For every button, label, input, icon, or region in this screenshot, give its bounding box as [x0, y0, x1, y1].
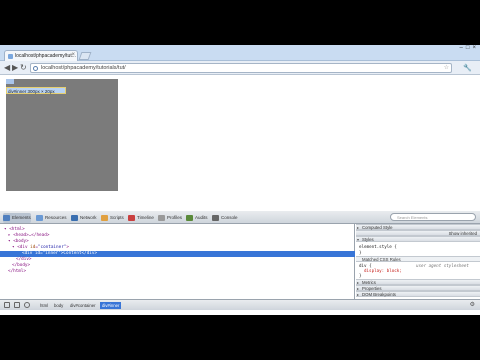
browser-toolbar: ◀ ▶ ↻ localhost/phpacademy/tutorials/tut…	[0, 61, 480, 75]
rule-property[interactable]: display: block;	[364, 268, 402, 273]
breadcrumb-inner[interactable]: div#inner	[100, 302, 122, 309]
expand-icon: ▾	[357, 237, 360, 242]
globe-icon	[33, 66, 38, 71]
back-icon[interactable]: ◀	[4, 63, 10, 73]
console-toggle-icon[interactable]	[14, 302, 20, 308]
tab-resources[interactable]: Resources	[36, 213, 67, 223]
breadcrumb-container[interactable]: div#container	[68, 302, 98, 309]
breadcrumb-body[interactable]: body	[52, 302, 65, 309]
network-icon	[71, 215, 78, 221]
tab-scripts[interactable]: Scripts	[101, 213, 124, 223]
resources-icon	[36, 215, 43, 221]
search-elements-input[interactable]: Search Elements	[390, 213, 476, 221]
browser-tab-strip: localhost/phpacademy/tut... × – □ ×	[0, 45, 480, 61]
close-window-icon[interactable]: ×	[472, 45, 476, 51]
close-tab-icon[interactable]: ×	[71, 52, 75, 58]
tab-network[interactable]: Network	[71, 213, 97, 223]
dom-close-html: </html>	[8, 269, 27, 274]
screen-frame: localhost/phpacademy/tut... × – □ × ◀ ▶ …	[0, 45, 480, 315]
bookmark-star-icon[interactable]: ☆	[444, 64, 449, 73]
tab-title: localhost/phpacademy/tut...	[15, 53, 76, 59]
url-text: localhost/phpacademy/tutorials/tut/	[41, 65, 126, 71]
dom-breakpoints-header[interactable]: ▸ DOM Breakpoints	[356, 291, 480, 297]
tab-audits[interactable]: Audits	[186, 213, 208, 223]
elements-icon	[3, 215, 10, 221]
window-controls: – □ ×	[460, 45, 476, 51]
settings-gear-icon[interactable]: ⚙	[470, 301, 475, 308]
minimize-icon[interactable]: –	[460, 45, 463, 51]
page-viewport: div#inner 300px × 20px	[0, 76, 480, 211]
tab-elements[interactable]: Elements	[3, 213, 31, 223]
inspect-icon[interactable]	[24, 302, 30, 308]
rule-close: }	[359, 273, 362, 278]
browser-tab[interactable]: localhost/phpacademy/tut... ×	[4, 50, 78, 61]
dom-close-body: </body>	[12, 263, 31, 268]
dock-icon[interactable]	[4, 302, 10, 308]
maximize-icon[interactable]: □	[466, 45, 470, 51]
dom-node-inner[interactable]: <div id="inner">Content</div>	[22, 251, 97, 256]
tab-console[interactable]: Console	[212, 213, 238, 223]
container-div[interactable]: div#inner 300px × 20px	[6, 79, 118, 191]
forward-icon[interactable]: ▶	[12, 63, 18, 73]
element-style-close: }	[359, 250, 362, 255]
dom-close-div: </div>	[16, 257, 32, 262]
inner-div-tooltip[interactable]: div#inner 300px × 20px	[6, 87, 66, 94]
new-tab-button[interactable]	[78, 52, 92, 60]
timeline-icon	[128, 215, 135, 221]
tab-timeline[interactable]: Timeline	[128, 213, 154, 223]
address-bar[interactable]: localhost/phpacademy/tutorials/tut/ ☆	[30, 63, 452, 73]
scripts-icon	[101, 215, 108, 221]
rule-source: user agent stylesheet	[416, 263, 469, 268]
dom-node-html[interactable]: ▾ <html>	[4, 227, 25, 232]
matched-rules-header: Matched CSS Rules	[356, 256, 480, 262]
highlight-tag	[6, 79, 14, 84]
devtools-toolbar: Elements Resources Network Scripts Timel…	[0, 211, 480, 224]
styles-sidebar: ▸ Computed Style Show inherited ▾ Styles e…	[356, 224, 480, 299]
styles-header[interactable]: ▾ Styles	[356, 236, 480, 242]
devtools-panel: Elements Resources Network Scripts Timel…	[0, 211, 480, 315]
wrench-menu-icon[interactable]: 🔧	[463, 64, 472, 72]
audits-icon	[186, 215, 193, 221]
profiles-icon	[158, 215, 165, 221]
element-style-rule[interactable]: element.style {	[359, 244, 397, 249]
breadcrumb-html[interactable]: html	[38, 302, 50, 309]
dom-node-head[interactable]: ▸ <head>…</head>	[8, 233, 49, 238]
devtools-status-bar: html body div#container div#inner ⚙	[0, 299, 480, 310]
reload-icon[interactable]: ↻	[20, 63, 27, 73]
console-icon	[212, 215, 219, 221]
favicon-icon	[8, 54, 13, 59]
tab-profiles[interactable]: Profiles	[158, 213, 182, 223]
dom-node-body[interactable]: ▾ <body>	[8, 239, 29, 244]
dom-node-container[interactable]: ▾ <div id="container">	[12, 245, 69, 250]
dom-tree: ▾ <html> ▸ <head>…</head> ▾ <body> ▾ <di…	[0, 224, 355, 299]
